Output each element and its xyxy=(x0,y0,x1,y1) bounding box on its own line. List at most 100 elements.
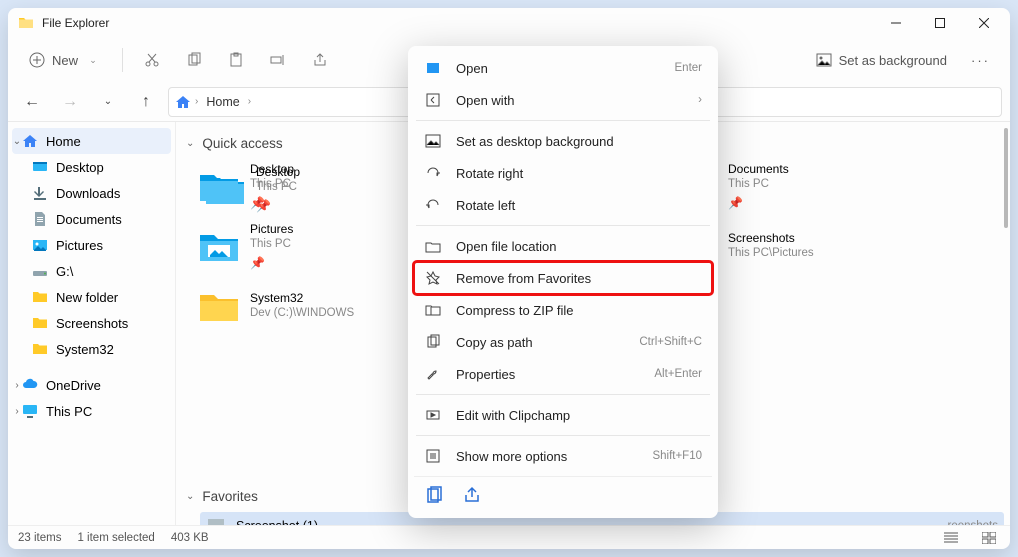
explorer-window: File Explorer New ⌄ Set as background ··… xyxy=(8,8,1010,549)
folder-icon xyxy=(18,15,34,31)
item-name: Desktop xyxy=(250,161,294,177)
zip-icon xyxy=(424,301,442,319)
sidebar-item-gdrive[interactable]: G:\ xyxy=(12,258,171,284)
section-title: Quick access xyxy=(202,136,282,151)
ctx-show-more[interactable]: Show more optionsShift+F10 xyxy=(414,440,712,472)
rotate-left-icon xyxy=(424,196,442,214)
sidebar-item-label: OneDrive xyxy=(46,378,101,393)
chevron-right-icon: › xyxy=(195,96,198,107)
ctx-open-with[interactable]: Open with› xyxy=(414,84,712,116)
sidebar-item-documents[interactable]: Documents xyxy=(12,206,171,232)
clipboard-icon xyxy=(227,51,245,69)
qa-item-documents[interactable]: DocumentsThis PC📌 xyxy=(724,156,818,216)
ellipsis-icon: ··· xyxy=(971,53,990,68)
pin-icon: 📌 xyxy=(250,195,294,211)
set-background-button[interactable]: Set as background xyxy=(807,47,955,73)
back-button[interactable]: ← xyxy=(16,86,48,118)
more-button[interactable]: ··· xyxy=(963,49,998,72)
paste-button[interactable] xyxy=(219,47,253,73)
ctx-compress-zip[interactable]: Compress to ZIP file xyxy=(414,294,712,326)
share-button[interactable] xyxy=(303,47,337,73)
qa-item-system32[interactable]: System32Dev (C:)\WINDOWS xyxy=(194,276,358,336)
sidebar-item-label: Desktop xyxy=(56,160,104,175)
maximize-button[interactable] xyxy=(918,8,962,38)
more-icon xyxy=(424,447,442,465)
icons-view-button[interactable] xyxy=(978,529,1000,547)
ctx-copy-path[interactable]: Copy as pathCtrl+Shift+C xyxy=(414,326,712,358)
chevron-down-icon[interactable]: ⌄ xyxy=(10,136,24,147)
context-menu: OpenEnter Open with› Set as desktop back… xyxy=(408,46,718,518)
sidebar-item-system32[interactable]: System32 xyxy=(12,336,171,362)
item-sub: Dev (C:)\WINDOWS xyxy=(250,306,354,322)
ctx-open-location[interactable]: Open file location xyxy=(414,230,712,262)
rotate-right-icon xyxy=(424,164,442,182)
new-button[interactable]: New ⌄ xyxy=(20,47,110,73)
ctx-rotate-right[interactable]: Rotate right xyxy=(414,157,712,189)
status-item-count: 23 items xyxy=(18,532,61,544)
sidebar-item-label: G:\ xyxy=(56,264,73,279)
item-name: Documents xyxy=(728,161,789,177)
item-name: Screenshot (1) xyxy=(236,519,318,525)
window-title: File Explorer xyxy=(42,16,109,30)
wrench-icon xyxy=(424,365,442,383)
sidebar-item-thispc[interactable]: ›This PC xyxy=(12,398,171,424)
qa-col-right: DocumentsThis PC📌 ScreenshotsThis PC\Pic… xyxy=(724,156,818,276)
chevron-down-icon: ⌄ xyxy=(186,138,194,149)
ctx-remove-favorites[interactable]: Remove from Favorites xyxy=(414,262,712,294)
monitor-icon xyxy=(22,403,38,419)
copy-icon[interactable] xyxy=(424,485,444,505)
rename-button[interactable] xyxy=(261,47,295,73)
item-name: System32 xyxy=(250,290,354,306)
navigation-sidebar: ⌄ Home Desktop Downloads Documents Pictu… xyxy=(8,122,176,525)
share-icon[interactable] xyxy=(462,485,482,505)
status-bar: 23 items 1 item selected 403 KB xyxy=(8,525,1010,549)
status-size: 403 KB xyxy=(171,532,209,544)
ctx-separator xyxy=(416,394,710,395)
scrollbar-thumb[interactable] xyxy=(1004,128,1008,228)
sidebar-item-screenshots[interactable]: Screenshots xyxy=(12,310,171,336)
sidebar-item-label: System32 xyxy=(56,342,114,357)
home-icon xyxy=(175,94,191,110)
sidebar-item-label: Downloads xyxy=(56,186,120,201)
ctx-open[interactable]: OpenEnter xyxy=(414,52,712,84)
drive-icon xyxy=(32,263,48,279)
cloud-icon xyxy=(22,377,38,393)
qa-item-desktop[interactable]: DesktopThis PC📌 xyxy=(194,156,358,216)
cut-button[interactable] xyxy=(135,47,169,73)
copy-button[interactable] xyxy=(177,47,211,73)
up-button[interactable]: ↑ xyxy=(130,86,162,118)
details-view-button[interactable] xyxy=(940,529,962,547)
document-icon xyxy=(32,211,48,227)
recent-dropdown[interactable]: ⌄ xyxy=(92,86,124,118)
image-file-icon xyxy=(206,516,226,525)
sidebar-item-label: Screenshots xyxy=(56,316,128,331)
copy-icon xyxy=(185,51,203,69)
new-label: New xyxy=(52,53,78,68)
sidebar-item-label: Pictures xyxy=(56,238,103,253)
ctx-rotate-left[interactable]: Rotate left xyxy=(414,189,712,221)
copy-path-icon xyxy=(424,333,442,351)
chevron-down-icon: ⌄ xyxy=(84,51,102,69)
sidebar-item-home[interactable]: ⌄ Home xyxy=(12,128,171,154)
ctx-separator xyxy=(416,120,710,121)
qa-item-screenshots[interactable]: ScreenshotsThis PC\Pictures xyxy=(724,216,818,276)
chevron-right-icon[interactable]: › xyxy=(10,406,24,417)
sidebar-item-onedrive[interactable]: › OneDrive xyxy=(12,372,171,398)
sidebar-item-desktop[interactable]: Desktop xyxy=(12,154,171,180)
open-icon xyxy=(424,59,442,77)
qa-item-pictures[interactable]: PicturesThis PC📌 xyxy=(194,216,358,276)
minimize-button[interactable] xyxy=(874,8,918,38)
chevron-right-icon[interactable]: › xyxy=(10,380,24,391)
ctx-set-desktop-bg[interactable]: Set as desktop background xyxy=(414,125,712,157)
sidebar-item-downloads[interactable]: Downloads xyxy=(12,180,171,206)
sidebar-item-pictures[interactable]: Pictures xyxy=(12,232,171,258)
sidebar-item-label: New folder xyxy=(56,290,118,305)
ctx-properties[interactable]: PropertiesAlt+Enter xyxy=(414,358,712,390)
ctx-separator xyxy=(416,435,710,436)
forward-button[interactable]: → xyxy=(54,86,86,118)
sidebar-item-newfolder[interactable]: New folder xyxy=(12,284,171,310)
folder-icon xyxy=(32,289,48,305)
ctx-clipchamp[interactable]: Edit with Clipchamp xyxy=(414,399,712,431)
breadcrumb-home[interactable]: Home xyxy=(202,93,243,111)
close-button[interactable] xyxy=(962,8,1006,38)
